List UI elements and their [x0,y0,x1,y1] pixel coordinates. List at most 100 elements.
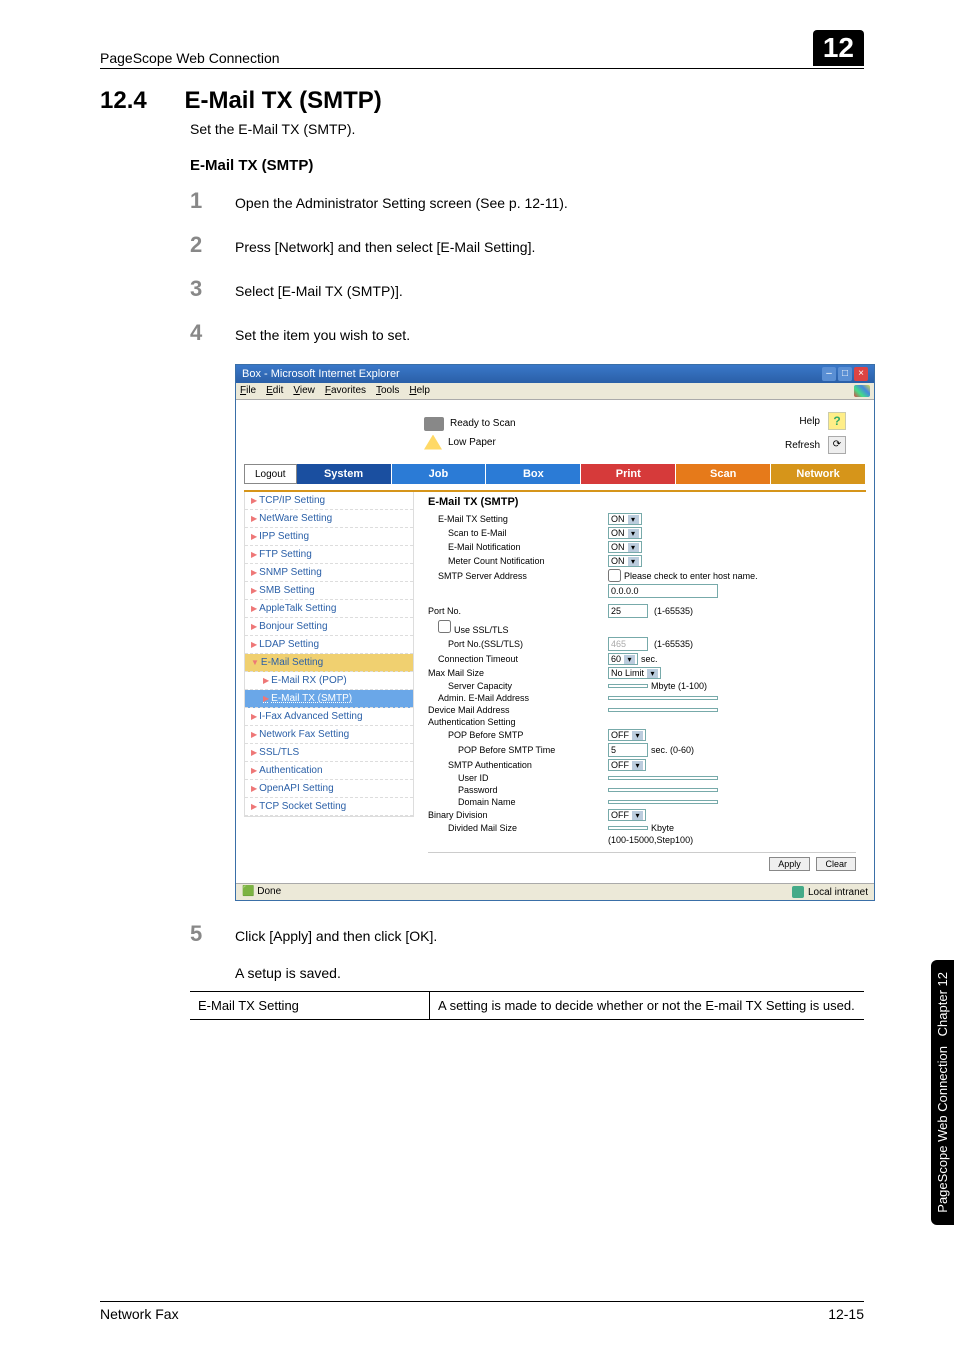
sidebar-item[interactable]: ▶IPP Setting [245,528,413,546]
select-scan-to-email[interactable]: ON▾ [608,527,642,539]
conn-to-unit: sec. [641,654,658,664]
sidebar-item[interactable]: ▶OpenAPI Setting [245,780,413,798]
input-pop-time[interactable]: 5 [608,743,648,757]
label-smtp-addr: SMTP Server Address [428,571,608,581]
label-scan-to-email: Scan to E-Mail [428,528,608,538]
input-smtp-addr[interactable]: 0.0.0.0 [608,584,718,598]
side-tab-title: PageScope Web Connection [935,1046,950,1213]
label-dev-addr: Device Mail Address [428,705,608,715]
sub-heading: E-Mail TX (SMTP) [190,157,864,174]
step-number: 4 [190,320,235,346]
select-smtp-auth[interactable]: OFF▾ [608,759,646,771]
tab-scan[interactable]: Scan [676,464,771,484]
label-email-tx-setting: E-Mail TX Setting [428,514,608,524]
input-port-ssl[interactable]: 465 [608,637,648,651]
sidebar-item[interactable]: ▶LDAP Setting [245,636,413,654]
label-use-ssl: Use SSL/TLS [454,625,509,635]
logout-button[interactable]: Logout [244,464,297,484]
intranet-icon [792,886,804,898]
sidebar-item[interactable]: ▶FTP Setting [245,546,413,564]
tab-network[interactable]: Network [771,464,866,484]
footer-right: 12-15 [828,1306,864,1322]
menu-tools[interactable]: Tools [376,385,399,397]
tab-print[interactable]: Print [581,464,676,484]
checkbox-hostname[interactable] [608,569,621,582]
tab-system[interactable]: System [297,464,392,484]
input-port[interactable]: 25 [608,604,648,618]
checkbox-ssl[interactable] [438,620,451,633]
select-email-notif[interactable]: ON▾ [608,541,642,553]
select-email-tx[interactable]: ON▾ [608,513,642,525]
status-low-paper: Low Paper [448,437,496,448]
input-password[interactable] [608,788,718,792]
select-conn-timeout[interactable]: 60▾ [608,653,638,665]
sidebar-item[interactable]: ▶AppleTalk Setting [245,600,413,618]
refresh-icon[interactable]: ⟳ [828,436,846,454]
window-title: Box - Microsoft Internet Explorer [242,368,400,380]
step-number: 1 [190,188,235,214]
select-bin-div[interactable]: OFF▾ [608,809,646,821]
statusbar-done: Done [257,886,281,897]
menu-view[interactable]: View [293,385,315,397]
label-meter-notif: Meter Count Notification [428,556,608,566]
help-link[interactable]: Help [799,416,820,427]
input-domain[interactable] [608,800,718,804]
warning-icon [424,435,442,450]
checkbox-hostname-label: Please check to enter host name. [624,571,758,581]
spec-label: E-Mail TX Setting [190,992,430,1019]
label-port: Port No. [428,606,608,616]
sidebar-item-email-setting[interactable]: ▼E-Mail Setting [245,654,413,672]
step-text: Select [E-Mail TX (SMTP)]. [235,283,403,299]
menu-file[interactable]: File [240,385,256,397]
refresh-link[interactable]: Refresh [785,440,820,451]
printer-icon [424,417,444,431]
sidebar-sub-email-tx[interactable]: ▶E-Mail TX (SMTP) [245,690,413,708]
menu-edit[interactable]: Edit [266,385,283,397]
input-div-size[interactable] [608,826,648,830]
footer-left: Network Fax [100,1306,179,1322]
label-domain: Domain Name [428,797,608,807]
select-max-mail[interactable]: No Limit▾ [608,667,661,679]
select-pop-before[interactable]: OFF▾ [608,729,646,741]
section-number: 12.4 [100,87,180,115]
step-text: Set the item you wish to set. [235,327,410,343]
step-number: 3 [190,276,235,302]
minimize-button[interactable]: – [822,367,836,381]
tab-job[interactable]: Job [392,464,487,484]
label-max-mail: Max Mail Size [428,668,608,678]
intro-text: Set the E-Mail TX (SMTP). [190,121,864,137]
sidebar-item[interactable]: ▶SNMP Setting [245,564,413,582]
status-ready: Ready to Scan [450,418,516,429]
sidebar-item[interactable]: ▶SMB Setting [245,582,413,600]
input-user-id[interactable] [608,776,718,780]
sidebar-item[interactable]: ▶Network Fax Setting [245,726,413,744]
sidebar-item[interactable]: ▶TCP/IP Setting [245,492,413,510]
select-meter-notif[interactable]: ON▾ [608,555,642,567]
sidebar-item[interactable]: ▶Bonjour Setting [245,618,413,636]
step-number: 5 [190,921,235,947]
sidebar-item[interactable]: ▶I-Fax Advanced Setting [245,708,413,726]
step-text: Click [Apply] and then click [OK]. [235,928,437,944]
input-dev-addr[interactable] [608,708,718,712]
menu-help[interactable]: Help [409,385,430,397]
apply-button[interactable]: Apply [769,857,810,871]
sidebar-sub-email-rx[interactable]: ▶E-Mail RX (POP) [245,672,413,690]
label-conn-timeout: Connection Timeout [428,654,608,664]
help-icon[interactable]: ? [828,412,846,430]
maximize-button[interactable]: □ [838,367,852,381]
sidebar-item[interactable]: ▶SSL/TLS [245,744,413,762]
form-title: E-Mail TX (SMTP) [428,496,856,508]
pop-time-unit: sec. (0-60) [651,745,694,755]
close-button[interactable]: × [854,367,868,381]
input-admin-addr[interactable] [608,696,718,700]
sidebar-item[interactable]: ▶Authentication [245,762,413,780]
menu-favorites[interactable]: Favorites [325,385,366,397]
chapter-side-tab: Chapter 12 PageScope Web Connection [931,960,954,1225]
tab-box[interactable]: Box [486,464,581,484]
input-server-cap[interactable] [608,684,648,688]
form-area: E-Mail TX (SMTP) E-Mail TX Setting ON▾ S… [414,492,866,877]
sidebar-item[interactable]: ▶TCP Socket Setting [245,798,413,816]
label-smtp-auth: SMTP Authentication [428,760,608,770]
clear-button[interactable]: Clear [816,857,856,871]
sidebar-item[interactable]: ▶NetWare Setting [245,510,413,528]
